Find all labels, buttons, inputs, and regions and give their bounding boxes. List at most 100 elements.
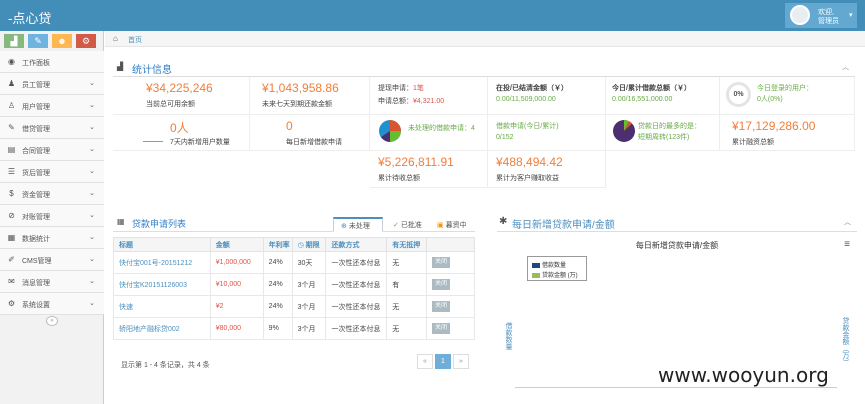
y-axis-label-left: 借款数量 bbox=[505, 322, 512, 350]
legend-swatch bbox=[532, 272, 540, 278]
money-icon: ▣ bbox=[437, 222, 444, 229]
most-loans-value: 短期周转(123件) bbox=[638, 134, 690, 141]
investing-cell: 在投/已结清金额（￥） 0.00/11,509,000.00 bbox=[488, 77, 606, 115]
pencil-icon: ✎ bbox=[34, 36, 42, 46]
sidebar-item-5[interactable]: ☰ 货后管理 ⌄ bbox=[0, 161, 104, 183]
today-loan-label: 今日/累计借款总额（￥） bbox=[612, 85, 691, 92]
sidebar-item-label: 用户管理 bbox=[22, 104, 50, 111]
login-percent-ring: 0% bbox=[726, 82, 751, 107]
sidebar-item-label: 货后管理 bbox=[22, 170, 50, 177]
daily-chart-title: 每日新增贷款申请/金额 bbox=[512, 220, 615, 231]
col-amount[interactable]: 金额 bbox=[209, 237, 264, 252]
unreturned-cell: ¥1,043,958.86 未来七天到期还款金额 bbox=[250, 77, 370, 115]
investing-label: 在投/已结清金额（￥） bbox=[496, 85, 568, 92]
sidebar-item-label: 合同管理 bbox=[22, 148, 50, 155]
sidebar-item-9[interactable]: ✐ CMS管理 ⌄ bbox=[0, 249, 104, 271]
col-term[interactable]: ◷ 期限 bbox=[291, 237, 327, 252]
dashboard-icon: ◉ bbox=[8, 57, 15, 66]
withdraw-cell: 提现申请：1笔 申请总额：¥4,321.00 bbox=[370, 77, 488, 115]
tab-unprocessed[interactable]: ⊕ 未处理 bbox=[333, 217, 383, 232]
chevron-down-icon: ⌄ bbox=[89, 278, 95, 285]
cell-mortgage: 无 bbox=[386, 295, 428, 318]
tab-fundraising[interactable]: ▣ 暮资中 bbox=[429, 217, 473, 232]
cell-amount: ¥10,000 bbox=[209, 273, 264, 296]
user-icon: ♙ bbox=[7, 101, 16, 110]
sidebar-item-10[interactable]: ✉ 消息管理 ⌄ bbox=[0, 271, 104, 293]
sidebar-item-1[interactable]: ♟ 员工管理 ⌄ bbox=[0, 73, 104, 95]
col-title[interactable]: 标题 bbox=[113, 237, 211, 252]
cell-action: 关闭 bbox=[426, 317, 475, 340]
chevron-down-icon: ⌄ bbox=[89, 300, 95, 307]
chart-menu-icon[interactable]: ≡ bbox=[844, 239, 850, 250]
user-menu[interactable]: 欢迎, 管理员 ▾ bbox=[785, 3, 857, 28]
shortcut-users-button[interactable]: ☻ bbox=[52, 34, 72, 48]
app-logo[interactable]: -点心贷 bbox=[8, 8, 51, 27]
chevron-down-icon: ⌄ bbox=[89, 146, 95, 153]
loan-list-title: 贷款申请列表 bbox=[132, 219, 187, 229]
unprocessed-pie bbox=[379, 120, 401, 142]
list-icon: ☰ bbox=[7, 167, 16, 176]
sidebar-item-6[interactable]: $ 资金管理 ⌄ bbox=[0, 183, 104, 205]
table-row: 轿阳地产融标贷002 ¥80,000 9% 3个月 一次性还本付息无关闭 bbox=[113, 317, 475, 340]
home-icon[interactable]: ⌂ bbox=[113, 34, 118, 43]
new-apps-cell: 0 每日新增借款申请 bbox=[250, 115, 370, 151]
cell-title[interactable]: 轿阳地产融标贷002 bbox=[113, 317, 211, 340]
sidebar-item-3[interactable]: ✎ 借贷管理 ⌄ bbox=[0, 117, 104, 139]
signal-icon: ▟ bbox=[117, 62, 124, 71]
col-mortgage[interactable]: 有无抵押 bbox=[386, 237, 428, 252]
sidebar-item-2[interactable]: ♙ 用户管理 ⌄ bbox=[0, 95, 104, 117]
col-method[interactable]: 还款方式 bbox=[325, 237, 388, 252]
new-apps-label: 每日新增借款申请 bbox=[286, 139, 342, 146]
pager-summary: 显示第 1 - 4 条记录，共 4 条 bbox=[121, 362, 210, 369]
unreturned-value: ¥1,043,958.86 bbox=[262, 81, 339, 95]
close-button[interactable]: 关闭 bbox=[432, 301, 451, 312]
avatar bbox=[790, 5, 810, 25]
plus-circle-icon: ⊕ bbox=[341, 223, 347, 230]
sidebar-item-0[interactable]: ◉ 工作面板 bbox=[0, 51, 104, 73]
sidebar-item-8[interactable]: ▦ 数据统计 ⌄ bbox=[0, 227, 104, 249]
cell-title[interactable]: 快付宝001号-20151212 bbox=[113, 251, 211, 274]
withdraw-total-label: 申请总额： bbox=[378, 98, 413, 105]
loan-list-panel: ▦ 贷款申请列表 ⊕ 未处理 ✓ 已批准 ▣ 暮资中 标题 金额 年利率 ◷ 期… bbox=[113, 212, 475, 404]
close-button[interactable]: 关闭 bbox=[432, 279, 451, 290]
cell-term: 3个月 bbox=[291, 295, 327, 318]
page-1-button[interactable]: 1 bbox=[435, 354, 451, 369]
file-icon: ▤ bbox=[7, 145, 16, 154]
chevron-up-icon[interactable]: ︿ bbox=[844, 217, 851, 227]
col-action bbox=[426, 237, 475, 252]
legend-item-amount[interactable]: 贷款金额 (万) bbox=[532, 270, 578, 279]
breadcrumb-home[interactable]: 首页 bbox=[128, 35, 142, 45]
tab-approved[interactable]: ✓ 已批准 bbox=[385, 217, 429, 232]
cell-mortgage: 无 bbox=[386, 317, 428, 340]
star-icon: ✱ bbox=[499, 216, 508, 227]
sidebar-collapse-button[interactable]: « bbox=[46, 316, 58, 326]
loan-table-body: 快付宝001号-20151212 ¥1,000,000 24% 30天 一次性还本付息无… bbox=[113, 251, 475, 340]
close-button[interactable]: 关闭 bbox=[432, 323, 451, 334]
loan-table: 标题 金额 年利率 ◷ 期限 还款方式 有无抵押 快付宝001号-2015121… bbox=[113, 237, 475, 340]
shortcut-stats-button[interactable]: ▟ bbox=[4, 34, 24, 48]
cell-title[interactable]: 快速 bbox=[113, 295, 211, 318]
login-users-cell: 0% 今日登录的用户： 0人(0%) bbox=[720, 77, 855, 115]
chevron-up-icon[interactable]: ︿ bbox=[842, 62, 849, 72]
sidebar-item-11[interactable]: ⚙ 系统设置 ⌄ bbox=[0, 293, 104, 315]
chevron-down-icon: ⌄ bbox=[89, 168, 95, 175]
login-users-value: 0人(0%) bbox=[757, 96, 783, 103]
sidebar-item-label: 员工管理 bbox=[22, 82, 50, 89]
receivable-value: ¥5,226,811.91 bbox=[378, 155, 454, 169]
sidebar-item-4[interactable]: ▤ 合同管理 ⌄ bbox=[0, 139, 104, 161]
prev-page-button[interactable]: « bbox=[417, 354, 433, 369]
next-page-button[interactable]: » bbox=[453, 354, 469, 369]
close-button[interactable]: 关闭 bbox=[432, 257, 451, 268]
legend-item-count[interactable]: 借款数量 bbox=[532, 260, 566, 269]
table-header-row: 标题 金额 年利率 ◷ 期限 还款方式 有无抵押 bbox=[113, 237, 475, 252]
cell-title[interactable]: 快付宝K20151126003 bbox=[113, 273, 211, 296]
shortcut-settings-button[interactable]: ⚙ bbox=[76, 34, 96, 48]
withdraw-total: ¥4,321.00 bbox=[413, 98, 445, 105]
chart-legend: 借款数量 贷款金额 (万) bbox=[527, 256, 587, 281]
sidebar-item-7[interactable]: ⊘ 对账管理 ⌄ bbox=[0, 205, 104, 227]
cell-method: 一次性还本付息 bbox=[325, 317, 388, 340]
cell-term: 3个月 bbox=[291, 273, 327, 296]
col-rate[interactable]: 年利率 bbox=[262, 237, 293, 252]
cogs-icon: ⚙ bbox=[81, 36, 91, 46]
shortcut-edit-button[interactable]: ✎ bbox=[28, 34, 48, 48]
